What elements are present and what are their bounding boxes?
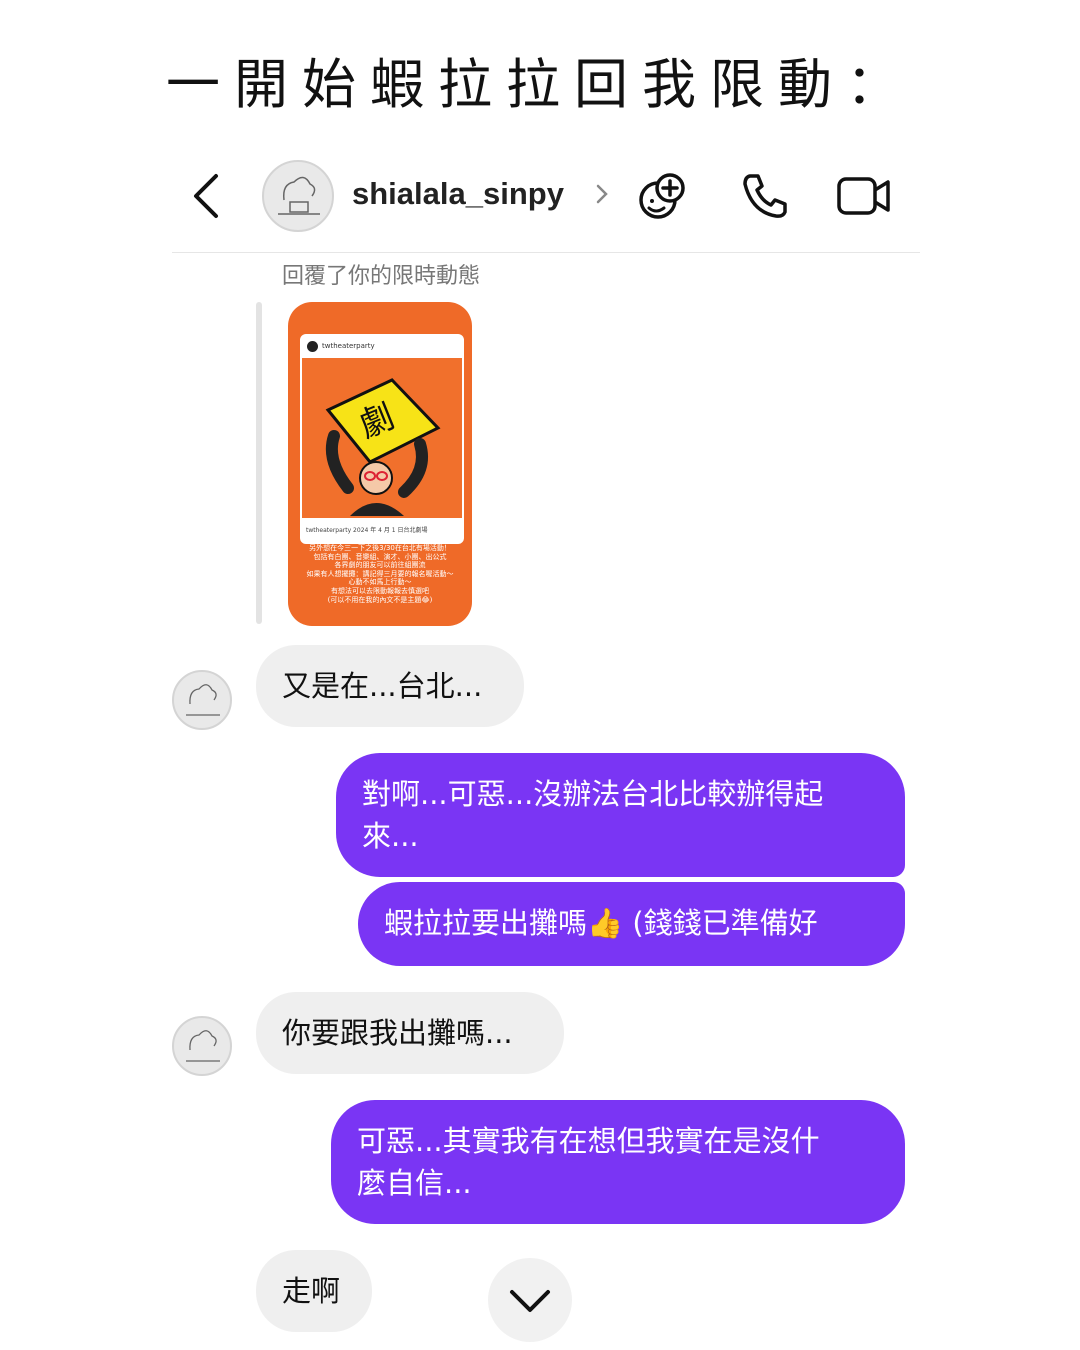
message-bubble-incoming[interactable]: 又是在...台北... [256, 645, 524, 727]
reply-divider [256, 302, 262, 624]
message-bubble-incoming[interactable]: 你要跟我出攤嗎... [256, 992, 564, 1074]
face-plus-icon[interactable] [634, 168, 690, 224]
story-text: 另外想在今三一下之後3/30在台北有場活動！ 包括有白團、音樂組、演才、小團、出… [306, 544, 454, 604]
avatar[interactable] [172, 1016, 232, 1076]
avatar[interactable] [172, 670, 232, 730]
avatar[interactable] [262, 160, 334, 232]
message-bubble-outgoing[interactable]: 對啊...可惡...沒辦法台北比較辦得起 來... [336, 753, 905, 877]
scroll-to-bottom-button[interactable] [488, 1258, 572, 1342]
story-account: twtheaterparty [322, 342, 375, 350]
chevron-left-icon[interactable] [186, 172, 226, 220]
theater-sign-illustration: 劇 [325, 378, 441, 516]
message-bubble-incoming[interactable]: 走啊 [256, 1250, 372, 1332]
chat-header: shialala_sinpy [172, 150, 920, 253]
reply-note: 回覆了你的限時動態 [282, 264, 481, 289]
message-bubble-outgoing[interactable]: 蝦拉拉要出攤嗎👍 (錢錢已準備好 [358, 882, 905, 966]
story-post: twtheaterparty 劇 twtheaterparty 2024 年 4… [300, 334, 464, 544]
story-caption: twtheaterparty 2024 年 4 月 1 日台北劇場 [306, 527, 428, 534]
chevron-right-icon [596, 184, 608, 204]
page-title: 一開始蝦拉拉回我限動： [166, 53, 914, 116]
phone-icon[interactable] [738, 170, 790, 222]
message-bubble-outgoing[interactable]: 可惡...其實我有在想但我實在是沒什 麼自信... [331, 1100, 905, 1224]
username-link[interactable]: shialala_sinpy [352, 176, 564, 212]
account-logo-icon [307, 341, 318, 352]
video-camera-icon[interactable] [836, 172, 892, 220]
story-reply-card[interactable]: twtheaterparty 劇 twtheaterparty 2024 年 4… [288, 302, 472, 626]
chevron-down-icon [510, 1290, 550, 1312]
